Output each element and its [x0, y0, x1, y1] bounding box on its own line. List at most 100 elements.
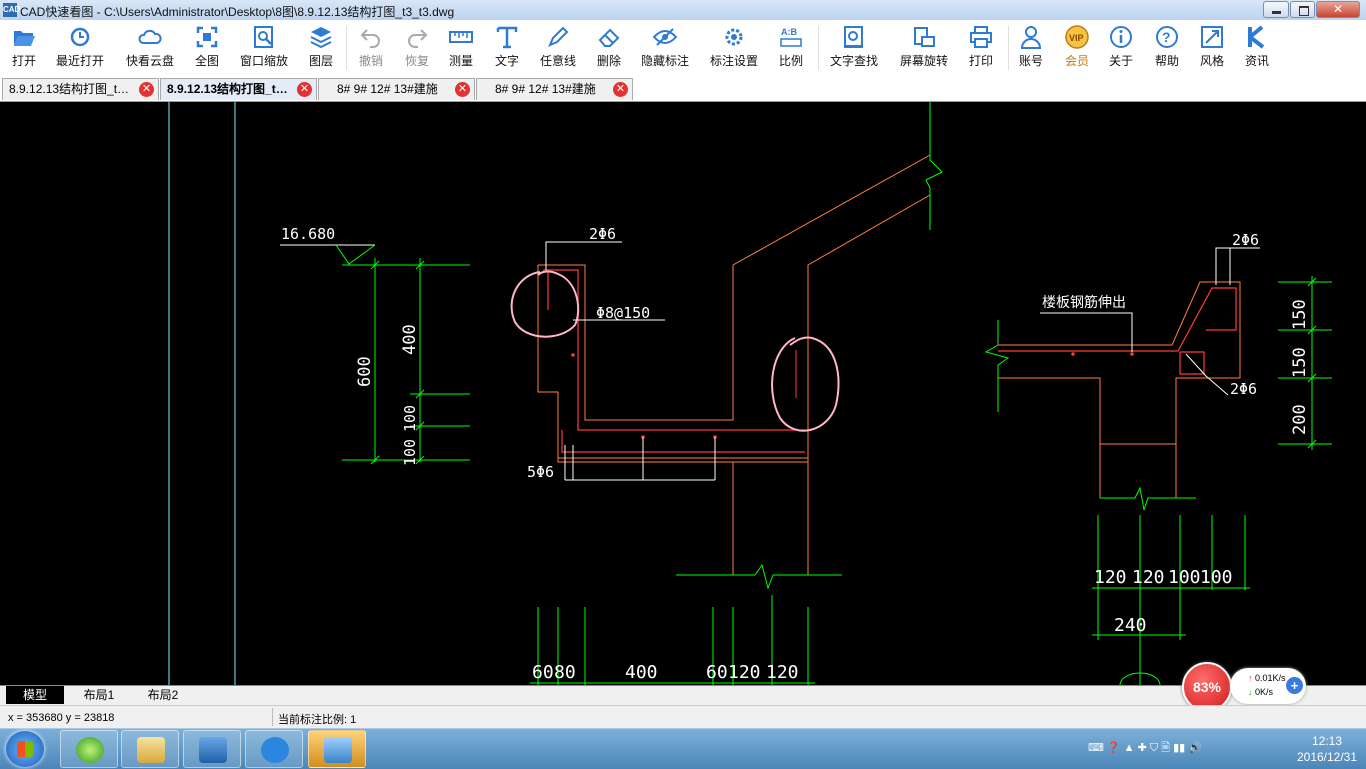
dim-400: 400	[400, 324, 420, 355]
rebar-label-2phi6: 2Φ6	[589, 225, 616, 243]
open-button[interactable]: 打开	[6, 24, 42, 69]
text-button[interactable]: 文字	[490, 24, 524, 69]
browser-icon	[76, 737, 104, 763]
cad-drawing: 16.680 600 400 100 100 2Φ6 Φ8@150 5Φ6 60…	[168, 102, 1332, 685]
layers-icon	[308, 24, 334, 50]
tab-model[interactable]: 模型	[6, 686, 64, 704]
dim-right-150a: 150	[1290, 299, 1310, 330]
network-speed-panel[interactable]: ↑ 0.01K/s ↓ 0K/s +	[1230, 668, 1306, 704]
dim-bottom-120b: 120	[766, 662, 799, 683]
full-view-button[interactable]: 全图	[190, 24, 224, 69]
text-icon	[494, 24, 520, 50]
plus-icon[interactable]: +	[1286, 677, 1303, 694]
delete-button[interactable]: 删除	[592, 24, 626, 69]
status-bar: x = 353680 y = 23818 当前标注比例: 1	[0, 705, 1366, 729]
dim-right-120a: 120	[1094, 567, 1127, 588]
annotation-settings-button[interactable]: 标注设置	[706, 24, 762, 69]
undo-button[interactable]: 撤销	[354, 24, 388, 69]
title-bar: CAD CAD快速看图 - C:\Users\Administrator\Des…	[0, 0, 1366, 21]
hide-annotation-button[interactable]: 隐藏标注	[638, 24, 692, 69]
info-icon	[1108, 24, 1134, 50]
screen-rotate-button[interactable]: 屏幕旋转	[896, 24, 952, 69]
account-button[interactable]: 账号	[1014, 24, 1048, 69]
printer-icon	[968, 24, 994, 50]
upload-speed: ↑ 0.01K/s	[1248, 673, 1286, 683]
bottom-dimension-labels: 60 80 400 60 120 120	[532, 662, 799, 683]
dim-right-240: 240	[1114, 615, 1147, 636]
dim-600: 600	[355, 356, 375, 387]
close-tab-icon[interactable]: ✕	[139, 82, 154, 97]
style-button[interactable]: 风格	[1195, 24, 1229, 69]
cloud-icon	[137, 24, 163, 50]
tab-layout2[interactable]: 布局2	[134, 686, 192, 704]
undo-icon	[358, 24, 384, 50]
dim-100-a: 100	[401, 405, 419, 432]
svg-text:?: ?	[1162, 29, 1171, 45]
scale-button[interactable]: A:B 比例	[774, 24, 808, 69]
minimize-button[interactable]	[1263, 1, 1289, 18]
help-icon: ?	[1154, 24, 1180, 50]
style-icon	[1199, 24, 1225, 50]
taskbar-photo-viewer[interactable]	[308, 730, 366, 768]
rebar-label-right-top: 2Φ6	[1232, 231, 1259, 249]
window-zoom-button[interactable]: 窗口缩放	[236, 24, 292, 69]
dim-right-100b: 100	[1200, 567, 1233, 588]
taskbar-app[interactable]	[245, 730, 303, 768]
cloud-button[interactable]: 快看云盘	[122, 24, 178, 69]
recent-button[interactable]: 最近打开	[52, 24, 108, 69]
annotation-settings-icon	[721, 24, 747, 50]
vip-button[interactable]: VIP 会员	[1060, 24, 1094, 69]
elevation-label: 16.680	[281, 225, 335, 243]
measure-icon	[448, 24, 474, 50]
tab-layout1[interactable]: 布局1	[70, 686, 128, 704]
taskbar-browser[interactable]	[60, 730, 118, 768]
dim-right-200: 200	[1290, 404, 1310, 435]
text-search-icon	[841, 24, 867, 50]
close-button[interactable]: ✕	[1316, 1, 1360, 18]
taskbar-cad[interactable]	[183, 730, 241, 768]
news-button[interactable]: 资讯	[1240, 24, 1274, 69]
about-button[interactable]: 关于	[1104, 24, 1138, 69]
right-note-label: 楼板钢筋伸出	[1042, 294, 1126, 311]
taskbar-explorer[interactable]	[121, 730, 179, 768]
right-bottom-dimension-labels: 120 120 100 100 240	[1094, 567, 1233, 636]
folder-icon	[137, 737, 165, 763]
layers-button[interactable]: 图层	[304, 24, 338, 69]
pen-icon	[545, 24, 571, 50]
print-button[interactable]: 打印	[964, 24, 998, 69]
close-tab-icon[interactable]: ✕	[297, 82, 312, 97]
text-search-button[interactable]: 文字查找	[826, 24, 882, 69]
annotation-scale: 当前标注比例: 1	[278, 714, 357, 726]
freeline-button[interactable]: 任意线	[536, 24, 580, 69]
dim-right-120b: 120	[1132, 567, 1165, 588]
main-toolbar: 打开 最近打开 快看云盘 全图 窗口缩放 图层 撤销 恢复 测量 文字 任意线 …	[0, 20, 1366, 76]
system-tray[interactable]: ⌨ ❓ ▲ ✚ ⛉ 🗎 ▮▮ 🔊	[1088, 739, 1202, 758]
dim-bottom-120a: 120	[728, 662, 761, 683]
dim-bottom-60b: 60	[706, 662, 728, 683]
svg-text:VIP: VIP	[1069, 33, 1084, 43]
window-controls: ✕	[1262, 1, 1360, 18]
download-speed: ↓ 0K/s	[1248, 687, 1274, 697]
document-tab[interactable]: 8# 9# 12# 13#建施 ✕	[476, 78, 633, 100]
document-tab-bar: 8.9.12.13结构打图_t… ✕ 8.9.12.13结构打图_t… ✕ 8# 9…	[0, 76, 1366, 102]
app-icon: CAD	[3, 3, 20, 17]
document-tab[interactable]: 8.9.12.13结构打图_t… ✕	[2, 78, 159, 100]
vip-icon: VIP	[1064, 24, 1090, 50]
scale-icon: A:B	[778, 24, 804, 50]
layout-tab-bar: 模型 布局1 布局2	[0, 685, 1366, 706]
blue-plus-app-icon	[261, 737, 289, 763]
help-button[interactable]: ? 帮助	[1150, 24, 1184, 69]
start-button[interactable]	[6, 731, 44, 767]
close-tab-icon[interactable]: ✕	[455, 82, 470, 97]
dim-right-150b: 150	[1290, 347, 1310, 378]
close-tab-icon[interactable]: ✕	[613, 82, 628, 97]
maximize-button[interactable]	[1290, 1, 1315, 18]
drawing-canvas[interactable]: 16.680 600 400 100 100 2Φ6 Φ8@150 5Φ6 60…	[0, 102, 1366, 685]
measure-button[interactable]: 测量	[444, 24, 478, 69]
document-tab[interactable]: 8# 9# 12# 13#建施 ✕	[318, 78, 475, 100]
redo-button[interactable]: 恢复	[400, 24, 434, 69]
photo-icon	[324, 737, 352, 763]
taskbar: ⌨ ❓ ▲ ✚ ⛉ 🗎 ▮▮ 🔊 12:13 2016/12/31	[0, 728, 1366, 769]
document-tab-active[interactable]: 8.9.12.13结构打图_t… ✕	[160, 78, 317, 100]
taskbar-clock[interactable]: 12:13 2016/12/31	[1293, 733, 1361, 765]
